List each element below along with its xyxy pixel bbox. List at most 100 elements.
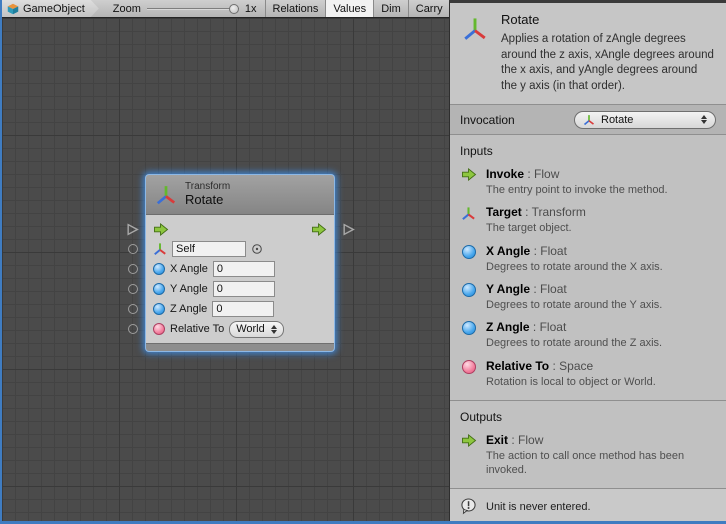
- port-doc-text: Z Angle : Float Degrees to rotate around…: [486, 320, 662, 350]
- port-doc-target: Target : Transform The target object.: [460, 205, 716, 235]
- port-doc-x-angle: X Angle : Float Degrees to rotate around…: [460, 244, 716, 274]
- separator: :: [527, 167, 530, 181]
- breadcrumb-label: GameObject: [23, 3, 85, 15]
- port-desc: The action to call once method has been …: [486, 449, 716, 478]
- toolbar-buttons: Relations Values Dim Carry: [265, 0, 450, 17]
- port-name: Relative To: [486, 359, 549, 373]
- port-doc-y-angle: Y Angle : Float Degrees to rotate around…: [460, 282, 716, 312]
- x-angle-label: X Angle: [170, 263, 208, 275]
- value-port-blue-icon: [153, 263, 165, 275]
- port-desc: The target object.: [486, 221, 586, 235]
- warning-row: Unit is never entered.: [450, 489, 726, 524]
- graph-toolbar: GameObject Zoom 1x Relations Values Dim …: [2, 0, 449, 18]
- rotate-node[interactable]: Transform Rotate: [146, 175, 334, 351]
- port-name: X Angle: [486, 244, 530, 258]
- inspector-description: Applies a rotation of zAngle degrees aro…: [501, 32, 714, 94]
- separator: :: [525, 205, 528, 219]
- target-input-port[interactable]: [128, 244, 138, 254]
- zoom-label: Zoom: [113, 3, 141, 15]
- port-doc-exit: Exit : Flow The action to call once meth…: [460, 433, 716, 478]
- port-desc: Degrees to rotate around the Y axis.: [486, 298, 662, 312]
- port-type: Float: [540, 320, 567, 334]
- warning-bubble-icon: [460, 498, 477, 515]
- separator: :: [511, 433, 514, 447]
- port-doc-text: X Angle : Float Degrees to rotate around…: [486, 244, 663, 274]
- zoom-slider-thumb[interactable]: [229, 4, 239, 14]
- node-y-angle-row: Y Angle: [153, 279, 327, 299]
- port-type: Space: [559, 359, 593, 373]
- flow-arrow-icon: [460, 434, 477, 478]
- object-picker-icon[interactable]: [251, 243, 263, 255]
- carry-button[interactable]: Carry: [408, 0, 450, 17]
- node-body: X Angle Y Angle Z Angle: [146, 215, 334, 341]
- port-name: Z Angle: [486, 320, 530, 334]
- node-x-angle-row: X Angle: [153, 259, 327, 279]
- inputs-section: Inputs Invoke : Flow The entry point to …: [450, 135, 726, 401]
- zoom-control: Zoom 1x: [99, 0, 265, 17]
- port-doc-text: Y Angle : Float Degrees to rotate around…: [486, 282, 662, 312]
- transform-axes-icon: [153, 242, 167, 256]
- node-header[interactable]: Transform Rotate: [146, 175, 334, 215]
- target-self-field[interactable]: [172, 241, 246, 257]
- graph-canvas[interactable]: Transform Rotate: [2, 18, 449, 521]
- outputs-section: Outputs Exit : Flow The action to call o…: [450, 401, 726, 490]
- port-type: Flow: [534, 167, 559, 181]
- value-port-blue-icon: [460, 245, 477, 274]
- inspector-header-text: Rotate Applies a rotation of zAngle degr…: [501, 12, 714, 94]
- value-port-blue-icon: [460, 283, 477, 312]
- transform-axes-icon: [460, 206, 477, 235]
- graph-pane: GameObject Zoom 1x Relations Values Dim …: [2, 0, 449, 521]
- port-name: Invoke: [486, 167, 524, 181]
- separator: :: [533, 320, 536, 334]
- value-port-blue-icon: [153, 283, 165, 295]
- x-angle-field[interactable]: [213, 261, 275, 277]
- value-port-blue-icon: [153, 303, 165, 315]
- relative-to-dropdown[interactable]: World: [229, 321, 284, 338]
- zoom-slider-track[interactable]: [147, 8, 239, 10]
- z-angle-label: Z Angle: [170, 303, 207, 315]
- flow-output-port[interactable]: [342, 223, 355, 236]
- outputs-heading: Outputs: [460, 410, 716, 424]
- separator: :: [534, 244, 537, 258]
- port-name: Y Angle: [486, 282, 530, 296]
- relations-button[interactable]: Relations: [265, 0, 326, 17]
- port-desc: Degrees to rotate around the X axis.: [486, 260, 663, 274]
- flow-arrow-icon: [311, 223, 327, 236]
- port-doc-relative-to: Relative To : Space Rotation is local to…: [460, 359, 716, 389]
- port-doc-invoke: Invoke : Flow The entry point to invoke …: [460, 167, 716, 197]
- port-desc: Rotation is local to object or World.: [486, 375, 656, 389]
- z-angle-input-port[interactable]: [128, 304, 138, 314]
- port-type: Transform: [532, 205, 586, 219]
- flow-input-port[interactable]: [126, 223, 139, 236]
- port-type: Flow: [518, 433, 543, 447]
- y-angle-input-port[interactable]: [128, 284, 138, 294]
- port-name: Exit: [486, 433, 508, 447]
- separator: :: [552, 359, 555, 373]
- zoom-value: 1x: [245, 3, 257, 15]
- separator: :: [533, 282, 536, 296]
- rotate-node-wrapper: Transform Rotate: [146, 175, 334, 351]
- inputs-heading: Inputs: [460, 144, 716, 158]
- invocation-row: Invocation Rotate: [450, 104, 726, 135]
- dim-button[interactable]: Dim: [373, 0, 408, 17]
- breadcrumb[interactable]: GameObject: [2, 0, 99, 17]
- port-desc: The entry point to invoke the method.: [486, 183, 668, 197]
- node-z-angle-row: Z Angle: [153, 299, 327, 319]
- port-type: Float: [540, 244, 567, 258]
- warning-text: Unit is never entered.: [486, 501, 591, 513]
- relative-to-input-port[interactable]: [128, 324, 138, 334]
- transform-axes-icon: [155, 184, 177, 206]
- z-angle-field[interactable]: [212, 301, 274, 317]
- node-flow-row: [153, 219, 327, 239]
- zoom-slider[interactable]: [147, 4, 239, 14]
- values-button[interactable]: Values: [325, 0, 373, 17]
- invocation-dropdown[interactable]: Rotate: [574, 111, 716, 129]
- y-angle-field[interactable]: [213, 281, 275, 297]
- transform-axes-icon: [462, 16, 488, 42]
- port-doc-text: Invoke : Flow The entry point to invoke …: [486, 167, 668, 197]
- port-desc: Degrees to rotate around the Z axis.: [486, 336, 662, 350]
- invocation-value: Rotate: [601, 114, 695, 126]
- value-port-blue-icon: [460, 321, 477, 350]
- port-name: Target: [486, 205, 522, 219]
- x-angle-input-port[interactable]: [128, 264, 138, 274]
